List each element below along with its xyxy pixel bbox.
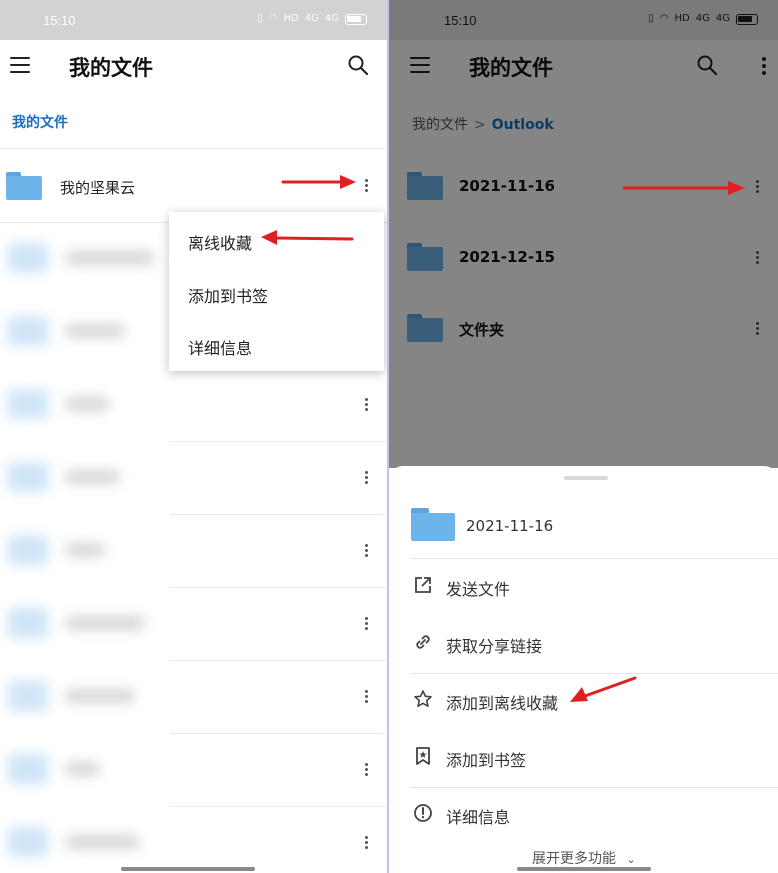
hd-icon: HD bbox=[283, 13, 299, 24]
action-label: 发送文件 bbox=[446, 580, 511, 599]
hd-icon: HD bbox=[674, 13, 690, 24]
battery-icon bbox=[345, 13, 367, 25]
annotation-arrow bbox=[570, 676, 637, 702]
folder-icon bbox=[411, 508, 455, 541]
action-label: 添加到书签 bbox=[446, 751, 527, 770]
signal-icon-1: 4G bbox=[304, 13, 319, 24]
share-out-icon bbox=[415, 577, 431, 593]
status-time: 15:10 bbox=[444, 13, 477, 28]
more-options-icon[interactable] bbox=[365, 544, 368, 557]
status-time: 15:10 bbox=[43, 13, 76, 28]
app-bar: 我的文件 bbox=[0, 40, 387, 94]
home-indicator bbox=[517, 867, 651, 871]
action-label: 详细信息 bbox=[446, 808, 511, 827]
folder-name: 我的坚果云 bbox=[60, 179, 136, 197]
annotation-arrow bbox=[281, 175, 356, 189]
more-options-icon[interactable] bbox=[365, 398, 368, 411]
action-label: 获取分享链接 bbox=[446, 637, 543, 656]
expand-label: 展开更多功能 bbox=[532, 851, 616, 867]
wifi-icon: ◠ bbox=[659, 13, 669, 24]
bottom-sheet: 2021-11-16 发送文件 获取分享链接 添加到离线收藏 添加到书签 详细信… bbox=[389, 466, 778, 873]
signal-icon-2: 4G bbox=[715, 13, 730, 24]
menu-icon[interactable] bbox=[10, 57, 30, 73]
more-options-icon[interactable] bbox=[365, 763, 368, 776]
vibrate-icon: ▯ bbox=[257, 13, 263, 24]
action-get-share-link[interactable]: 获取分享链接 bbox=[389, 617, 778, 673]
more-options-icon[interactable] bbox=[365, 836, 368, 849]
link-icon bbox=[416, 635, 430, 649]
signal-icon-2: 4G bbox=[324, 13, 339, 24]
action-add-bookmark[interactable]: 添加到书签 bbox=[389, 731, 778, 787]
status-bar: 15:10 ▯ ◠ HD 4G 4G bbox=[0, 0, 387, 40]
search-icon[interactable] bbox=[347, 54, 369, 76]
bookmark-icon bbox=[416, 747, 430, 765]
menu-item-offline-favorite[interactable]: 离线收藏 bbox=[188, 230, 252, 254]
star-icon bbox=[414, 690, 432, 708]
action-label: 添加到离线收藏 bbox=[446, 694, 559, 713]
page-title: 我的文件 bbox=[69, 56, 153, 80]
drag-handle[interactable] bbox=[564, 476, 608, 480]
more-options-icon[interactable] bbox=[365, 617, 368, 630]
vibrate-icon: ▯ bbox=[648, 13, 654, 24]
status-icons: ▯ ◠ HD 4G 4G bbox=[648, 12, 758, 26]
status-bar: 15:10 ▯ ◠ HD 4G 4G bbox=[389, 0, 778, 40]
action-details[interactable]: 详细信息 bbox=[389, 788, 778, 844]
scrim bbox=[389, 40, 778, 94]
action-send-file[interactable]: 发送文件 bbox=[389, 560, 778, 616]
more-options-icon[interactable] bbox=[365, 690, 368, 703]
menu-item-details[interactable]: 详细信息 bbox=[188, 335, 252, 359]
expand-more-button[interactable]: 展开更多功能 ⌄ bbox=[532, 848, 636, 868]
wifi-icon: ◠ bbox=[268, 13, 278, 24]
more-options-icon[interactable] bbox=[365, 179, 368, 193]
status-icons: ▯ ◠ HD 4G 4G bbox=[257, 12, 367, 26]
annotation-arrow bbox=[261, 230, 354, 245]
right-screen: 15:10 ▯ ◠ HD 4G 4G 我的文件 我的文件 > Outlook 202… bbox=[389, 0, 778, 873]
signal-icon-1: 4G bbox=[695, 13, 710, 24]
folder-icon bbox=[6, 172, 42, 200]
left-screen: 15:10 ▯ ◠ HD 4G 4G 我的文件 我的文件 我的坚果云 离线收藏 … bbox=[0, 0, 387, 873]
more-options-icon[interactable] bbox=[365, 471, 368, 484]
home-indicator bbox=[121, 867, 255, 871]
sheet-folder-name: 2021-11-16 bbox=[466, 517, 554, 535]
battery-icon bbox=[736, 13, 758, 25]
scrim[interactable] bbox=[389, 94, 778, 468]
info-icon bbox=[414, 804, 432, 822]
annotation-arrow bbox=[622, 181, 745, 195]
breadcrumb-root[interactable]: 我的文件 bbox=[12, 115, 68, 131]
menu-item-add-bookmark[interactable]: 添加到书签 bbox=[188, 283, 268, 307]
chevron-down-icon: ⌄ bbox=[626, 853, 636, 866]
breadcrumb[interactable]: 我的文件 bbox=[12, 112, 68, 132]
